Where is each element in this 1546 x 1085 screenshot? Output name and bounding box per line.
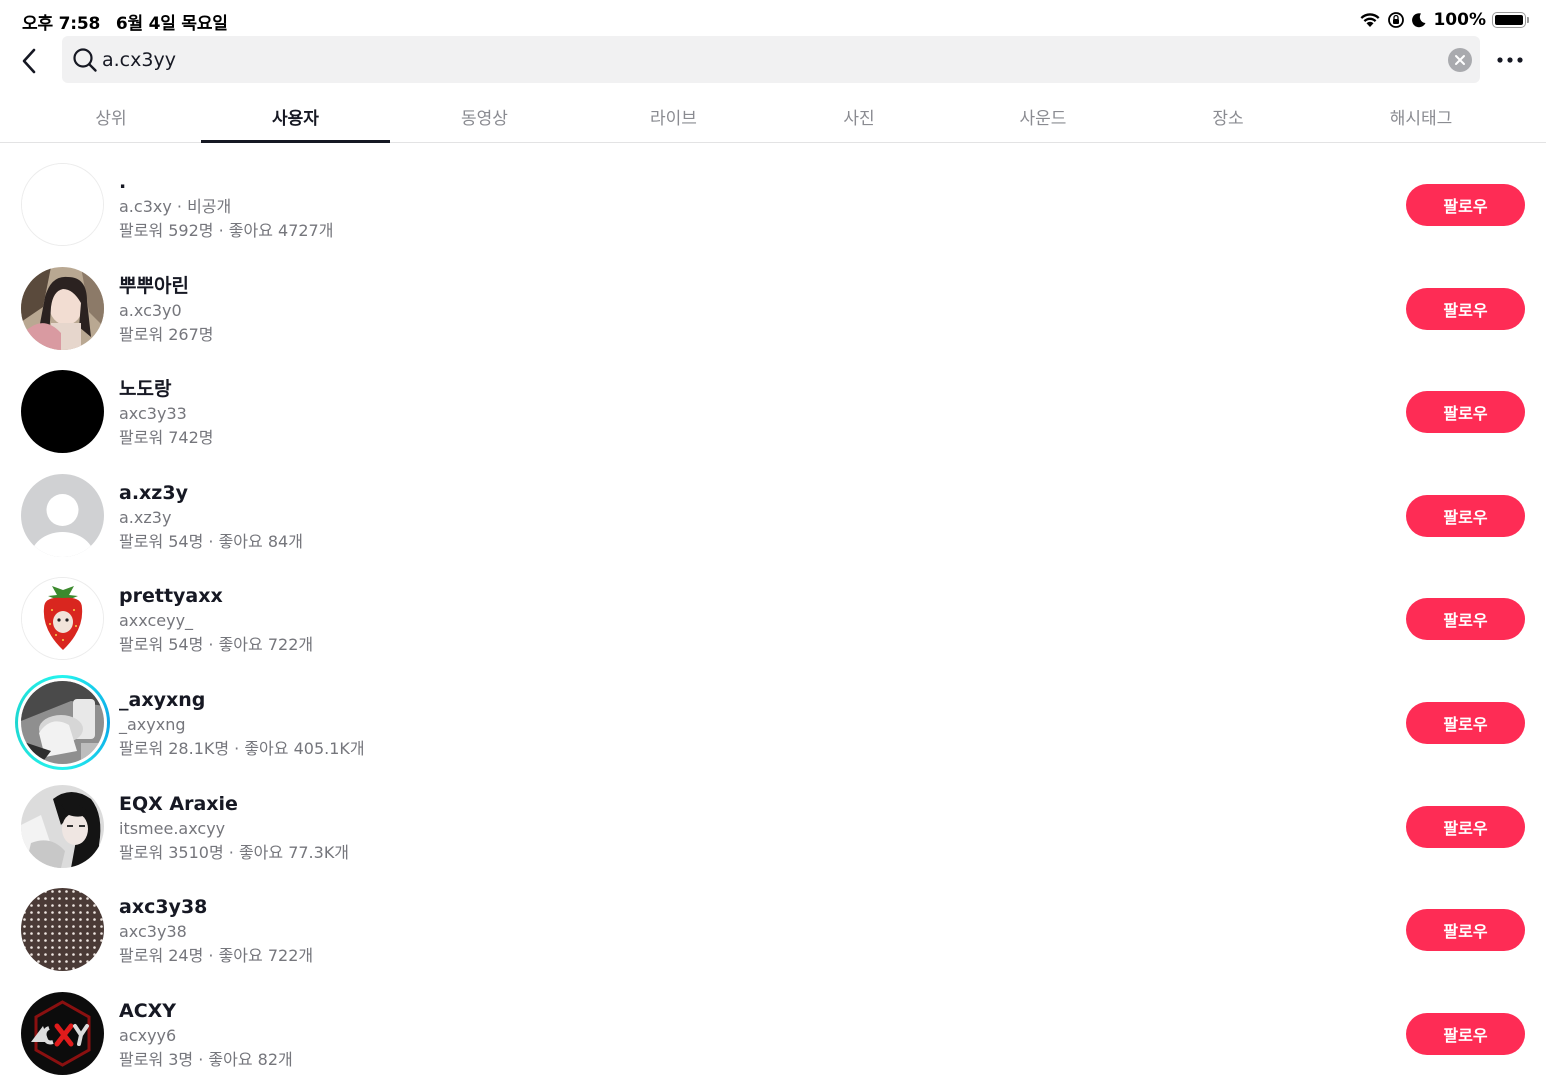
search-tabs: 상위 사용자 동영상 라이브 사진 사운드 장소 해시태그 <box>0 96 1546 143</box>
username: _axyxng <box>119 714 186 734</box>
user-row[interactable]: 노도랑 axc3y33 팔로워 742명 팔로우 <box>0 360 1546 464</box>
username: itsmee.axcyy <box>119 818 226 838</box>
user-info: _axyxng _axyxng 팔로워 28.1K명 · 좋아요 405.1K개 <box>119 687 365 761</box>
username: a.xz3y <box>119 507 172 527</box>
wifi-icon <box>1359 12 1381 28</box>
tab-photos[interactable]: 사진 <box>768 96 950 142</box>
user-row[interactable]: a.xz3y a.xz3y 팔로워 54명 · 좋아요 84개 팔로우 <box>0 464 1546 568</box>
user-results-list: . a.c3xy · 비공개 팔로워 592명 · 좋아요 4727개 팔로우 … <box>0 153 1546 1085</box>
display-name: axc3y38 <box>119 896 208 919</box>
username: axxceyy_ <box>119 611 194 631</box>
follow-button[interactable]: 팔로우 <box>1406 494 1525 537</box>
user-stats: 팔로워 24명 · 좋아요 722개 <box>119 946 314 966</box>
user-info: 노도랑 axc3y33 팔로워 742명 <box>119 376 214 450</box>
more-horizontal-icon <box>1497 57 1523 63</box>
user-info: a.xz3y a.xz3y 팔로워 54명 · 좋아요 84개 <box>119 480 303 554</box>
user-stats: 팔로워 592명 · 좋아요 4727개 <box>119 221 334 240</box>
username: acxyy6 <box>119 1025 177 1045</box>
photo-avatar-story[interactable] <box>15 674 110 770</box>
tab-top[interactable]: 상위 <box>22 96 200 142</box>
search-row <box>0 36 1546 84</box>
tab-live[interactable]: 라이브 <box>579 96 768 142</box>
user-info: prettyaxx axxceyy_ 팔로워 54명 · 좋아요 722개 <box>119 583 313 657</box>
tab-hashtags[interactable]: 해시태그 <box>1320 96 1522 142</box>
display-name: ACXY <box>119 999 177 1022</box>
user-row[interactable]: _axyxng _axyxng 팔로워 28.1K명 · 좋아요 405.1K개… <box>0 671 1546 775</box>
default-person-avatar[interactable] <box>21 473 104 557</box>
photo-avatar[interactable] <box>21 266 104 350</box>
follow-button[interactable]: 팔로우 <box>1406 287 1525 330</box>
tab-videos[interactable]: 동영상 <box>390 96 579 142</box>
user-stats: 팔로워 3510명 · 좋아요 77.3K개 <box>119 842 350 862</box>
back-button[interactable] <box>12 44 46 78</box>
user-row[interactable]: EQX Araxie itsmee.axcyy 팔로워 3510명 · 좋아요 … <box>0 775 1546 879</box>
user-stats: 팔로워 54명 · 좋아요 84개 <box>119 531 303 551</box>
user-row[interactable]: . a.c3xy · 비공개 팔로워 592명 · 좋아요 4727개 팔로우 <box>0 153 1546 257</box>
user-stats: 팔로워 267명 <box>119 324 214 344</box>
close-icon <box>1455 55 1465 65</box>
search-icon <box>72 47 98 77</box>
user-info: ACXY acxyy6 팔로워 3명 · 좋아요 82개 <box>119 998 293 1072</box>
follow-button[interactable]: 팔로우 <box>1406 701 1525 744</box>
status-date: 6월 4일 목요일 <box>115 14 228 34</box>
user-stats: 팔로워 742명 <box>119 428 214 448</box>
display-name: 뿌뿌아린 <box>119 274 189 297</box>
clear-search-button[interactable] <box>1448 48 1472 72</box>
user-stats: 팔로워 54명 · 좋아요 722개 <box>119 635 314 655</box>
status-icons: 100% <box>1359 9 1529 31</box>
user-stats: 팔로워 3명 · 좋아요 82개 <box>119 1049 293 1069</box>
display-name: . <box>119 171 127 193</box>
moon-icon <box>1411 12 1427 28</box>
follow-button[interactable]: 팔로우 <box>1406 805 1525 848</box>
orientation-lock-icon <box>1387 11 1405 29</box>
blank-avatar[interactable] <box>21 163 104 246</box>
tab-users[interactable]: 사용자 <box>201 96 390 143</box>
user-row[interactable]: axc3y38 axc3y38 팔로워 24명 · 좋아요 722개 팔로우 <box>0 878 1546 982</box>
polka-dot-avatar[interactable] <box>21 888 104 972</box>
display-name: 노도랑 <box>119 378 172 401</box>
username: a.xc3y0 <box>119 300 182 320</box>
username: axc3y33 <box>119 404 187 424</box>
strawberry-avatar[interactable] <box>21 577 104 661</box>
acxy-logo-avatar[interactable] <box>21 991 104 1075</box>
chevron-left-icon <box>22 48 36 74</box>
search-box[interactable] <box>62 36 1480 83</box>
tab-places[interactable]: 장소 <box>1136 96 1320 142</box>
more-options-button[interactable] <box>1494 46 1526 74</box>
tab-sounds[interactable]: 사운드 <box>950 96 1136 142</box>
anime-avatar[interactable] <box>21 784 104 868</box>
user-info: 뿌뿌아린 a.xc3y0 팔로워 267명 <box>119 273 214 347</box>
status-time-date: 오후 7:58 6월 4일 목요일 <box>22 9 238 34</box>
user-row[interactable]: 뿌뿌아린 a.xc3y0 팔로워 267명 팔로우 <box>0 257 1546 361</box>
battery-percent: 100% <box>1433 10 1486 30</box>
user-row[interactable]: ACXY acxyy6 팔로워 3명 · 좋아요 82개 팔로우 <box>0 982 1546 1085</box>
user-info: EQX Araxie itsmee.axcyy 팔로워 3510명 · 좋아요 … <box>119 791 349 865</box>
follow-button[interactable]: 팔로우 <box>1406 598 1525 641</box>
user-stats: 팔로워 28.1K명 · 좋아요 405.1K개 <box>119 738 365 758</box>
user-info: . a.c3xy · 비공개 팔로워 592명 · 좋아요 4727개 <box>119 169 333 243</box>
username: a.c3xy · 비공개 <box>119 197 232 216</box>
status-bar: 오후 7:58 6월 4일 목요일 100% <box>0 0 1546 36</box>
display-name: EQX Araxie <box>119 792 238 815</box>
status-time: 오후 7:58 <box>22 14 101 34</box>
follow-button[interactable]: 팔로우 <box>1406 391 1525 434</box>
follow-button[interactable]: 팔로우 <box>1406 909 1525 952</box>
search-input[interactable] <box>102 47 1402 73</box>
follow-button[interactable]: 팔로우 <box>1406 1012 1525 1055</box>
battery-icon <box>1492 12 1529 28</box>
display-name: prettyaxx <box>119 585 223 608</box>
display-name: _axyxng <box>119 688 206 711</box>
username: axc3y38 <box>119 922 187 942</box>
display-name: a.xz3y <box>119 481 188 504</box>
user-info: axc3y38 axc3y38 팔로워 24명 · 좋아요 722개 <box>119 894 313 968</box>
user-row[interactable]: prettyaxx axxceyy_ 팔로워 54명 · 좋아요 722개 팔로… <box>0 567 1546 671</box>
black-avatar[interactable] <box>21 370 104 454</box>
follow-button[interactable]: 팔로우 <box>1406 184 1525 226</box>
